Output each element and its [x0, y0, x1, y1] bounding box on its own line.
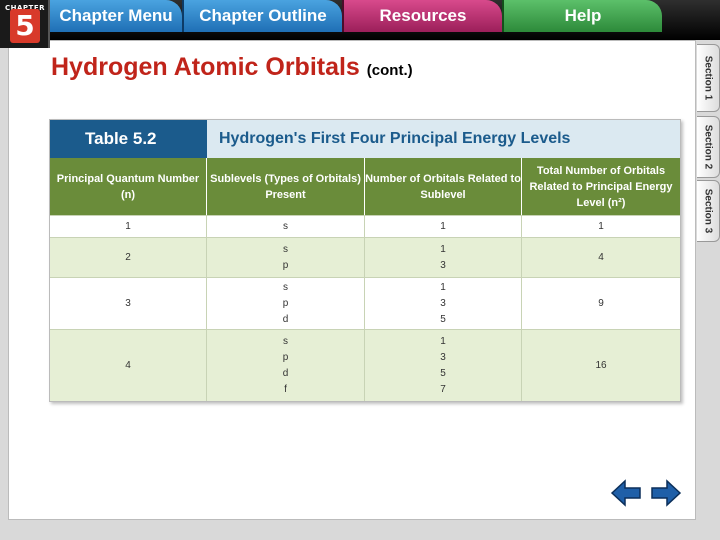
table-row: 4 s p d f 1 3 5 7 16: [50, 329, 680, 401]
column-header-sublevels: Sublevels (Types of Orbitals) Present: [207, 158, 365, 215]
table-header: Table 5.2 Hydrogen's First Four Principa…: [50, 120, 680, 158]
table-row: 2sp134: [50, 237, 680, 277]
slide-title-suffix: (cont.): [366, 62, 413, 79]
cell-sublevels-value: p: [282, 259, 289, 271]
cell-sublevels-value: s: [283, 243, 288, 255]
table-label: Table 5.2: [50, 120, 207, 158]
table-5-2: Table 5.2 Hydrogen's First Four Principa…: [49, 119, 681, 402]
cell-number-of-orbitals: 1: [365, 216, 522, 237]
section-tab-1-label: Section 1: [702, 55, 714, 101]
cell-sublevels-value: s: [283, 335, 288, 347]
cell-sublevels-value: s: [283, 281, 288, 293]
section-tab-2-label: Section 2: [702, 124, 714, 170]
cell-total-orbitals: 16: [595, 359, 607, 371]
tab-help[interactable]: Help: [502, 0, 662, 32]
cell-sublevels-value: p: [282, 297, 289, 309]
chapter-number: 5: [10, 9, 40, 43]
cell-number-of-orbitals-value: 5: [440, 313, 446, 325]
cell-principal-quantum-number: 2: [50, 238, 207, 277]
cell-sublevels-value: d: [282, 313, 289, 325]
cell-sublevels: spdf: [207, 330, 365, 401]
cell-sublevels-value: d: [282, 367, 289, 379]
table-row: 3spd1359: [50, 277, 680, 329]
previous-button[interactable]: [610, 478, 642, 508]
tab-chapter-menu[interactable]: Chapter Menu: [50, 0, 182, 32]
right-arrow-icon: [651, 479, 682, 507]
table-body: 1 s 1 1 2 s p 1 3 4 3 s p d 1 3 5 9 4 s p d f 1 3 5 7 16: [50, 215, 680, 401]
cell-number-of-orbitals-value: 3: [440, 259, 446, 271]
tab-resources[interactable]: Resources: [342, 0, 502, 32]
column-header-total-orbitals: Total Number of Orbitals Related to Prin…: [529, 164, 673, 209]
cell-number-of-orbitals-value: 1: [440, 335, 446, 347]
cell-number-of-orbitals-value: 1: [440, 243, 446, 255]
table-caption: Hydrogen's First Four Principal Energy L…: [207, 120, 680, 158]
section-tab-3[interactable]: Section 3: [697, 180, 720, 242]
cell-principal-quantum-number: 1: [50, 216, 207, 237]
tab-chapter-outline[interactable]: Chapter Outline: [182, 0, 342, 32]
cell-total-orbitals: 4: [598, 251, 604, 263]
cell-sublevels-value: s: [283, 220, 288, 232]
cell-principal-quantum-number: 4: [50, 330, 207, 401]
slide-title-text: Hydrogen Atomic Orbitals: [51, 53, 360, 81]
cell-sublevels: sp: [207, 238, 365, 277]
table-row: 1 s 1 1: [50, 215, 680, 237]
cell-sublevels-value: f: [284, 383, 287, 395]
section-tab-1[interactable]: Section 1: [697, 44, 720, 112]
next-button[interactable]: [650, 478, 682, 508]
slide-content: Hydrogen Atomic Orbitals (cont.) Table 5…: [8, 40, 696, 520]
cell-total-orbitals: 1: [598, 220, 604, 232]
left-arrow-icon: [610, 479, 641, 507]
chapter-badge: CHAPTER 5: [0, 0, 50, 48]
section-tab-3-label: Section 3: [702, 188, 714, 234]
cell-number-of-orbitals: 13: [365, 238, 522, 277]
cell-number-of-orbitals-value: 5: [440, 367, 446, 379]
column-header-number-of-orbitals: Number of Orbitals Related to Sublevel: [365, 158, 522, 215]
cell-total-orbitals: 9: [598, 297, 604, 309]
cell-number-of-orbitals-value: 1: [440, 281, 446, 293]
slide-title: Hydrogen Atomic Orbitals (cont.): [51, 53, 413, 82]
cell-sublevels-value: p: [282, 351, 289, 363]
cell-sublevels: spd: [207, 278, 365, 329]
cell-number-of-orbitals-value: 7: [440, 383, 446, 395]
cell-principal-quantum-number: 3: [50, 278, 207, 329]
section-tab-2[interactable]: Section 2: [697, 116, 720, 178]
column-header-principal-quantum-number: Principal Quantum Number (n): [50, 158, 207, 215]
cell-number-of-orbitals-value: 1: [440, 220, 446, 232]
cell-number-of-orbitals-value: 3: [440, 351, 446, 363]
cell-number-of-orbitals: 1 3 5 7: [365, 330, 522, 401]
cell-sublevels: s: [207, 216, 365, 237]
cell-number-of-orbitals: 1 3 5: [365, 278, 522, 329]
column-headers: Principal Quantum Number (n) Sublevels (…: [50, 158, 680, 215]
cell-number-of-orbitals-value: 3: [440, 297, 446, 309]
